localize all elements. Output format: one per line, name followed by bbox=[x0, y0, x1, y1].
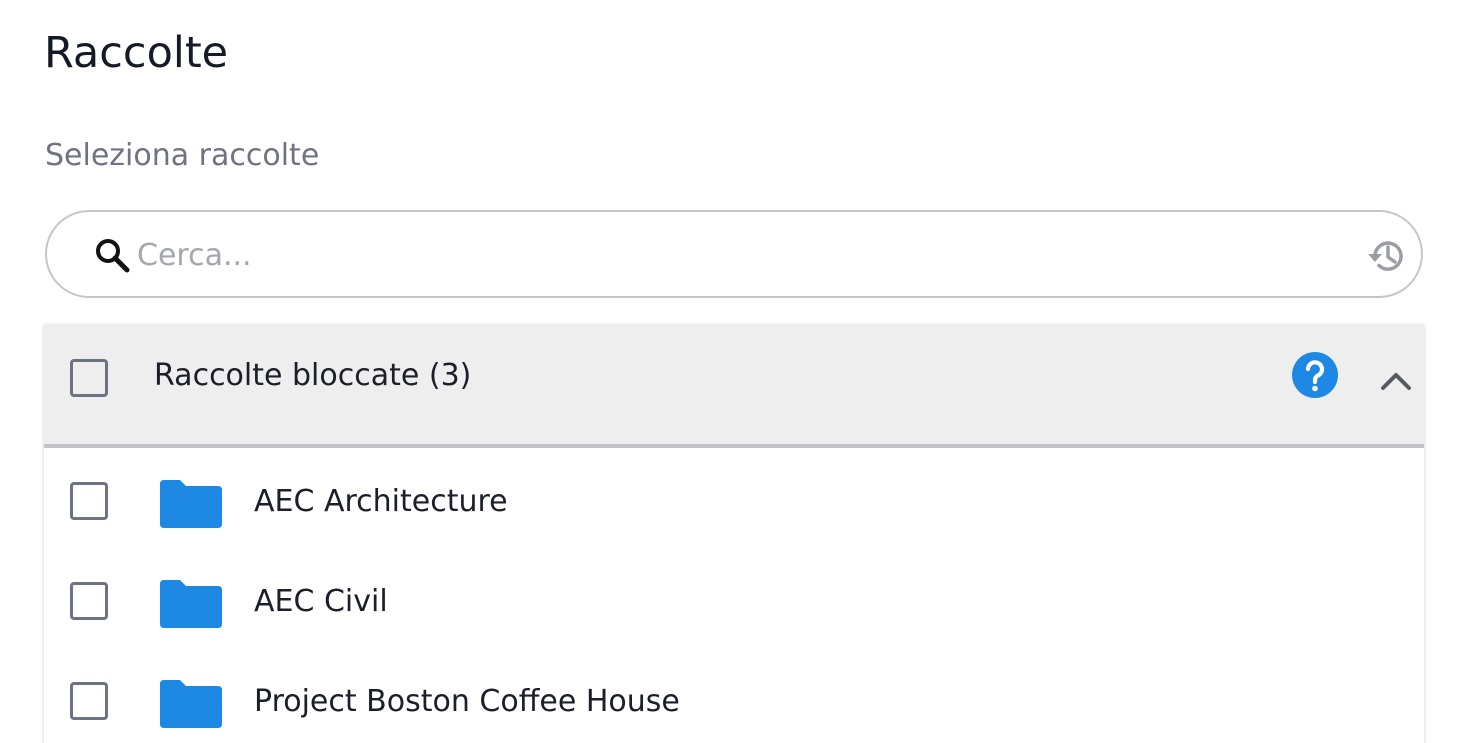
search-box[interactable] bbox=[45, 210, 1423, 298]
collection-checkbox[interactable] bbox=[70, 682, 108, 720]
list-item[interactable]: AEC Civil bbox=[44, 552, 1424, 652]
search-input[interactable] bbox=[137, 230, 1317, 280]
select-collections-label: Seleziona raccolte bbox=[45, 138, 320, 173]
folder-icon bbox=[160, 680, 222, 728]
pinned-collections-label: Raccolte bloccate (3) bbox=[154, 358, 472, 393]
help-icon[interactable] bbox=[1292, 352, 1338, 398]
chevron-up-icon[interactable] bbox=[1380, 370, 1412, 392]
page-title: Raccolte bbox=[44, 28, 229, 78]
list-item[interactable]: AEC Architecture bbox=[44, 452, 1424, 552]
list-item[interactable]: Project Boston Coffee House bbox=[44, 652, 1424, 743]
pinned-collections-header[interactable]: Raccolte bloccate (3) bbox=[44, 324, 1424, 448]
collections-list-panel: Raccolte bloccate (3) AEC Architecture A… bbox=[44, 324, 1424, 743]
collection-label: AEC Civil bbox=[254, 584, 388, 619]
collection-checkbox[interactable] bbox=[70, 582, 108, 620]
select-all-pinned-checkbox[interactable] bbox=[70, 359, 108, 397]
folder-icon bbox=[160, 480, 222, 528]
history-icon[interactable] bbox=[1365, 234, 1409, 278]
collection-label: AEC Architecture bbox=[254, 484, 508, 519]
collections-page: Raccolte Seleziona raccolte Raccolte blo… bbox=[0, 0, 1474, 743]
search-icon bbox=[96, 239, 130, 273]
folder-icon bbox=[160, 580, 222, 628]
collection-checkbox[interactable] bbox=[70, 482, 108, 520]
collection-label: Project Boston Coffee House bbox=[254, 684, 680, 719]
